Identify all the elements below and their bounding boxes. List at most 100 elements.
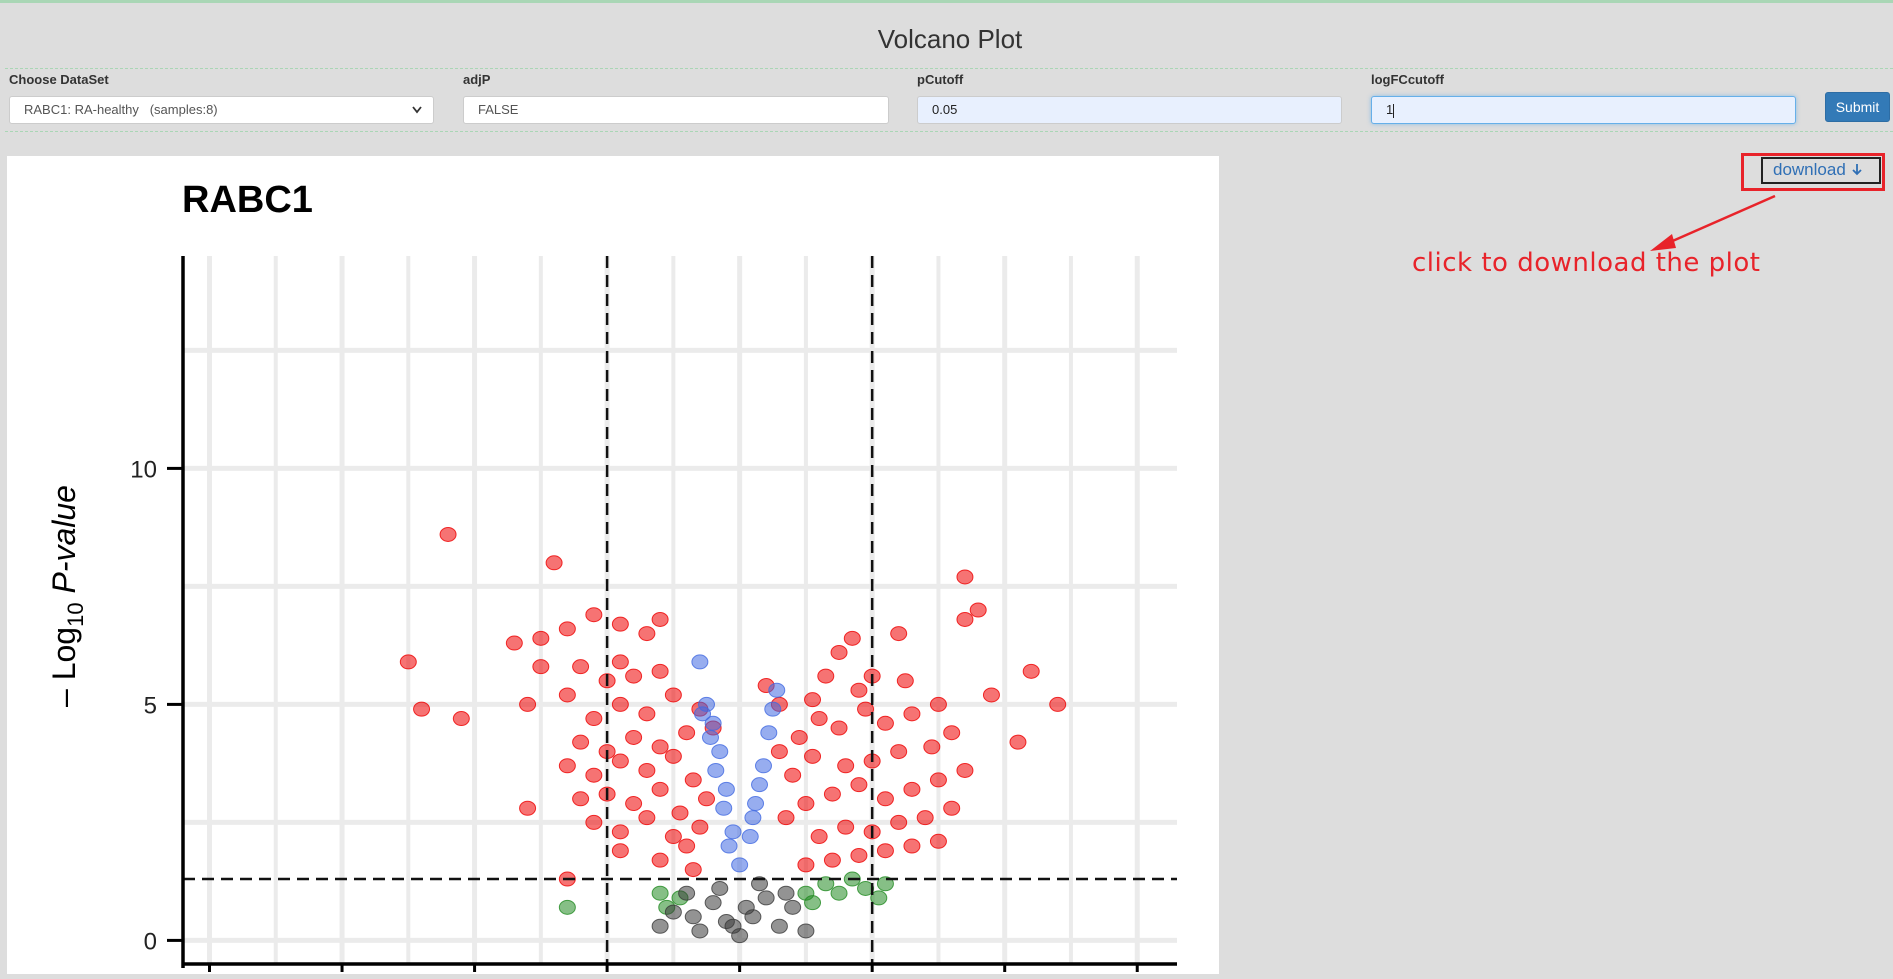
data-point [797,923,815,939]
dataset-label: Choose DataSet [9,72,109,87]
dataset-select[interactable]: RABC1: RA-healthy (samples:8) [9,96,434,124]
data-point [678,725,696,741]
data-point [691,654,709,670]
data-point [956,762,974,778]
adjp-input-value: FALSE [478,102,519,117]
data-point [413,701,431,717]
data-point [837,758,855,774]
data-point [572,659,590,675]
data-point [638,810,656,826]
logfc-input-value: 1 [1386,102,1394,117]
pcutoff-input[interactable]: 0.05 [917,96,1342,124]
data-point [830,644,848,660]
pcutoff-label: pCutoff [917,72,964,87]
data-point [797,885,815,901]
data-point [684,772,702,788]
data-point [929,833,947,849]
data-point [651,663,669,679]
data-point [585,767,603,783]
data-point [817,668,835,684]
data-point [399,654,417,670]
data-point [715,800,733,816]
data-point [638,706,656,722]
data-point [611,696,629,712]
data-point [704,895,722,911]
data-point [784,767,802,783]
chevron-down-icon [411,97,423,132]
adjp-input[interactable]: FALSE [463,96,889,124]
data-point [651,918,669,934]
data-point [760,725,778,741]
data-point [797,857,815,873]
logfc-input[interactable]: 1 [1371,96,1796,124]
data-point [701,729,719,745]
arrow-down-icon [1851,160,1863,179]
data-point [558,687,576,703]
data-point [916,810,934,826]
y-tick-label: 5 [144,692,157,719]
download-annotation: click to download the plot [1412,248,1761,278]
data-point [558,899,576,915]
data-point [751,777,769,793]
data-point [770,744,788,760]
data-point [572,791,590,807]
data-point [804,692,822,708]
data-point [664,904,682,920]
data-point [804,748,822,764]
data-point [625,668,643,684]
data-point [777,810,795,826]
data-point [558,621,576,637]
data-point [691,923,709,939]
download-label: download [1773,160,1846,179]
data-point [810,711,828,727]
data-point [664,829,682,845]
data-point [707,762,725,778]
data-point [611,753,629,769]
data-point [611,824,629,840]
data-point [678,885,696,901]
data-point [545,555,563,571]
data-point [784,899,802,915]
data-point [890,626,908,642]
data-point [744,810,762,826]
volcano-plot-panel: 0 5 10 RABC1– Log10 P-value [7,156,1219,974]
data-point [638,762,656,778]
data-point [943,725,961,741]
data-point [923,739,941,755]
top-border [0,0,1893,3]
data-point [698,791,716,807]
volcano-plot: 0510RABC1– Log10 P-value [46,179,1177,972]
data-point [810,829,828,845]
data-point [651,781,669,797]
data-point [717,781,735,797]
y-axis-label-italic: P-value [46,485,82,602]
data-point [572,734,590,750]
data-point [678,838,696,854]
submit-button[interactable]: Submit [1825,92,1890,122]
data-point [876,715,894,731]
data-point [843,630,861,646]
data-point [724,918,742,934]
data-point [757,890,775,906]
data-point [664,687,682,703]
data-point [823,852,841,868]
data-point [790,729,808,745]
data-point [1022,663,1040,679]
pcutoff-input-value: 0.05 [932,102,958,117]
data-point [764,701,782,717]
data-point [747,796,765,812]
data-point [625,796,643,812]
text-cursor [1393,103,1395,118]
data-point [876,791,894,807]
data-point [532,659,550,675]
data-point [694,706,712,722]
chart-title: RABC1 [182,179,313,221]
data-point [724,824,742,840]
page-title: Volcano Plot [877,24,1023,54]
data-point [770,918,788,934]
data-point [671,805,689,821]
data-point [850,777,868,793]
download-button[interactable]: download [1761,157,1881,184]
data-point [890,744,908,760]
data-point [896,673,914,689]
